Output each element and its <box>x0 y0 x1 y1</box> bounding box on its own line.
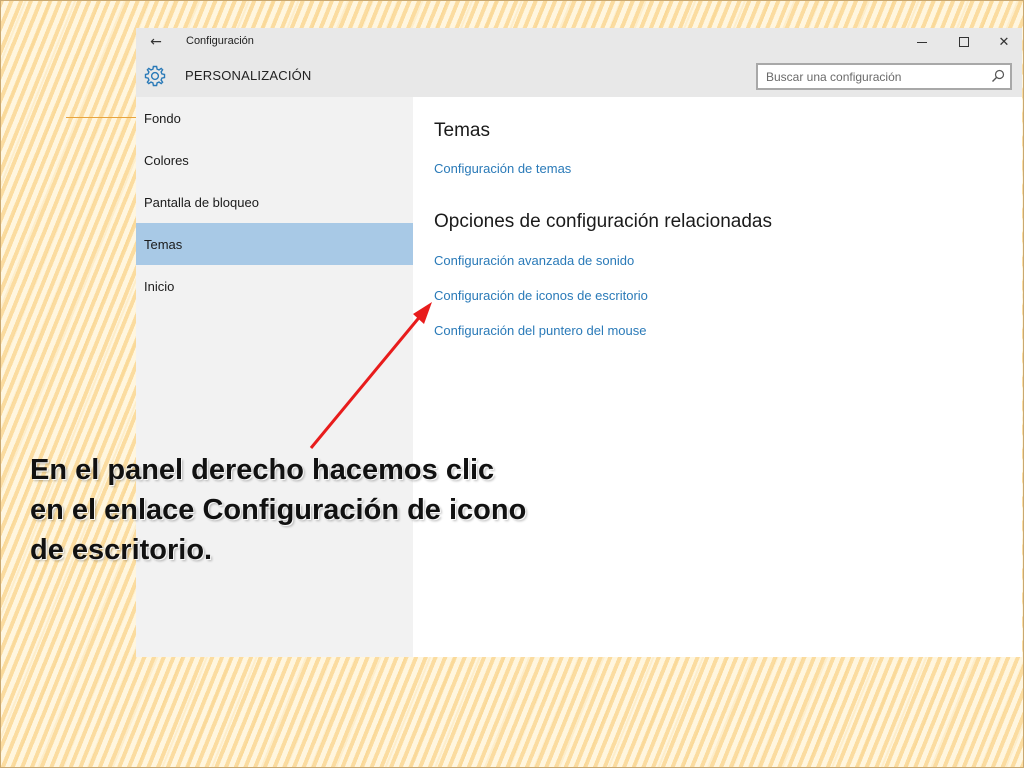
gear-icon <box>144 65 166 87</box>
search-icon[interactable] <box>990 68 1006 84</box>
close-icon: ✕ <box>998 34 1010 50</box>
sidebar-item-label: Fondo <box>144 110 181 126</box>
maximize-button[interactable] <box>954 32 974 52</box>
mouse-pointer-settings-link[interactable]: Configuración del puntero del mouse <box>434 323 646 338</box>
annotation-caption: En el panel derecho hacemos clic en el e… <box>30 450 590 570</box>
sidebar-item-pantalla-de-bloqueo[interactable]: Pantalla de bloqueo <box>136 181 413 223</box>
minimize-icon <box>917 41 927 43</box>
caption-line: En el panel derecho hacemos clic <box>30 454 495 486</box>
sidebar-item-label: Inicio <box>144 278 175 294</box>
back-button[interactable]: ← <box>146 32 166 52</box>
advanced-sound-settings-link[interactable]: Configuración avanzada de sonido <box>434 253 634 268</box>
sidebar-item-colores[interactable]: Colores <box>136 139 413 181</box>
decorative-line <box>66 117 136 118</box>
themes-heading: Temas <box>434 120 490 141</box>
sidebar-item-label: Temas <box>144 236 183 252</box>
settings-header: PERSONALIZACIÓN <box>136 56 1022 97</box>
maximize-icon <box>959 37 969 47</box>
title-bar: ← Configuración ✕ <box>136 28 1022 56</box>
desktop-icon-settings-link[interactable]: Configuración de iconos de escritorio <box>434 288 648 303</box>
related-settings-heading: Opciones de configuración relacionadas <box>434 211 772 232</box>
section-title: PERSONALIZACIÓN <box>185 68 312 83</box>
search-input[interactable] <box>758 65 978 88</box>
arrow-left-icon: ← <box>150 34 162 50</box>
sidebar-item-temas[interactable]: Temas <box>136 223 413 265</box>
minimize-button[interactable] <box>912 32 932 52</box>
sidebar-item-inicio[interactable]: Inicio <box>136 265 413 307</box>
main-content: Temas Configuración de temas Opciones de… <box>413 97 1022 657</box>
sidebar-item-label: Colores <box>144 152 189 168</box>
caption-line: en el enlace Configuración de icono <box>30 494 527 526</box>
sidebar-item-fondo[interactable]: Fondo <box>136 97 413 139</box>
search-box[interactable] <box>756 63 1012 90</box>
close-button[interactable]: ✕ <box>994 32 1014 52</box>
sidebar-item-label: Pantalla de bloqueo <box>144 194 259 210</box>
themes-settings-link[interactable]: Configuración de temas <box>434 161 571 176</box>
sidebar: Fondo Colores Pantalla de bloqueo Temas … <box>136 97 413 657</box>
caption-line: de escritorio. <box>30 534 213 566</box>
window-title: Configuración <box>186 35 254 47</box>
